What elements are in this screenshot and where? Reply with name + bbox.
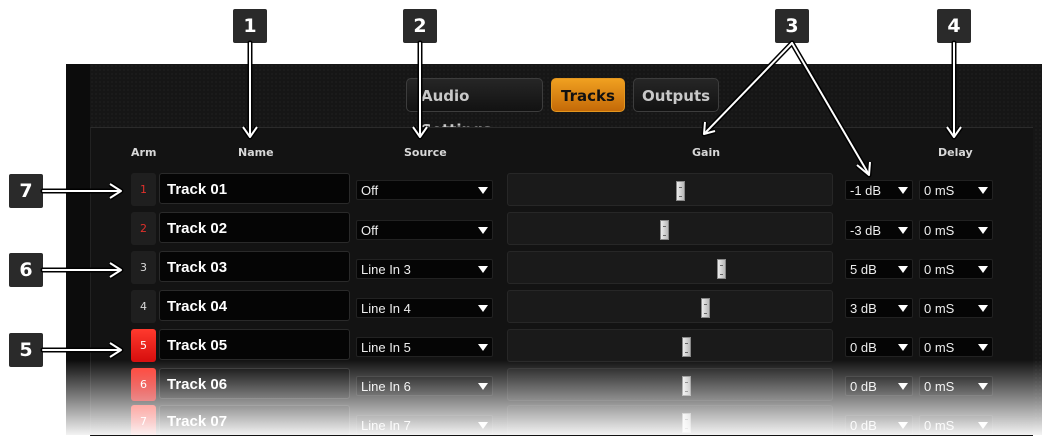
callout-arrows (40, 40, 964, 360)
